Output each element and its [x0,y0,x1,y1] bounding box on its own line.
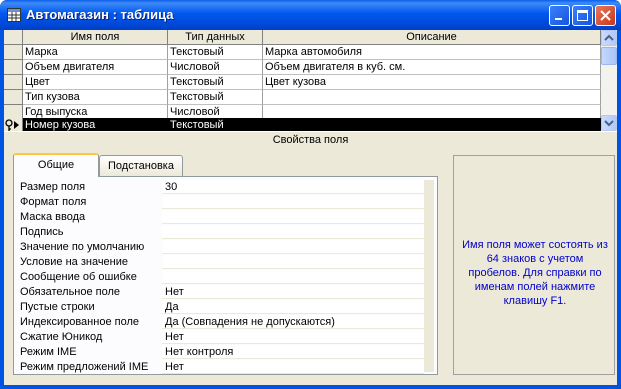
tab-general[interactable]: Общие [13,153,99,177]
maximize-button[interactable] [572,5,593,26]
header-description[interactable]: Описание [263,30,601,45]
table-row[interactable]: Тип кузова Текстовый [4,90,601,105]
description-cell[interactable]: Марка автомобиля [263,45,601,60]
chevron-down-icon [604,120,614,127]
property-value[interactable]: Нет [162,285,424,299]
property-row[interactable]: Условие на значение [18,255,424,270]
description-cell[interactable]: Объем двигателя в куб. см. [263,60,601,75]
property-row[interactable]: Обязательное поле Нет [18,285,424,300]
row-selector[interactable] [4,60,23,75]
property-label: Условие на значение [20,256,129,268]
data-type-cell[interactable]: Текстовый [168,90,263,105]
property-row[interactable]: Индексированное поле Да (Совпадения не до… [18,315,424,330]
property-value[interactable]: Нет контроля [162,345,424,359]
field-name-cell[interactable]: Объем двигателя [23,60,168,75]
property-value[interactable] [162,195,424,209]
property-row[interactable]: Режим предложений IME Нет [18,360,424,375]
property-label: Пустые строки [20,301,95,313]
property-value[interactable] [162,225,424,239]
scroll-thumb[interactable] [601,47,617,65]
row-selector[interactable] [4,75,23,90]
scroll-down-button[interactable] [601,115,617,131]
properties-title: Свойства поля [272,134,349,146]
help-panel: Имя поля может состоять из 64 знаков с у… [453,155,615,375]
table-icon [7,8,21,22]
property-row[interactable]: Пустые строки Да [18,300,424,315]
property-label: Индексированное поле [20,316,139,328]
properties-scroll-area[interactable] [424,180,434,372]
grid-corner[interactable] [4,30,23,45]
table-row[interactable]: Объем двигателя Числовой Объем двигателя… [4,60,601,75]
property-row[interactable]: Подпись [18,225,424,240]
property-row[interactable]: Размер поля 30 [18,180,424,195]
window-client-area: Имя поля Тип данных Описание Марка Текст… [4,30,617,385]
property-value[interactable] [162,210,424,224]
property-label: Режим предложений IME [20,361,149,373]
row-selector[interactable] [4,90,23,105]
field-name-cell[interactable]: Тип кузова [23,90,168,105]
property-value[interactable]: Нет [162,360,424,374]
help-text: Имя поля может состоять из 64 знаков с у… [462,239,608,307]
property-row[interactable]: Значение по умолчанию [18,240,424,255]
property-row[interactable]: Формат поля [18,195,424,210]
property-row[interactable]: Сжатие Юникод Нет [18,330,424,345]
property-label: Обязательное поле [20,286,121,298]
property-label: Сжатие Юникод [20,331,103,343]
properties-tabs: Общие Подстановка Размер поля 30 Формат п… [13,153,450,377]
key-icon [5,119,13,131]
close-icon [600,10,611,21]
window-title: Автомагазин : таблица [26,7,174,22]
description-cell[interactable]: Цвет кузова [263,75,601,90]
tab-lookup[interactable]: Подстановка [99,155,183,176]
title-bar[interactable]: Автомагазин : таблица [0,0,621,30]
data-type-cell[interactable]: Текстовый [168,45,263,60]
property-label: Режим IME [20,346,77,358]
field-grid[interactable]: Имя поля Тип данных Описание Марка Текст… [4,30,601,133]
app-window: Автомагазин : таблица Имя поля Тип данны… [0,0,621,389]
property-value[interactable] [162,270,424,284]
property-label: Значение по умолчанию [20,241,145,253]
field-name-cell[interactable]: Марка [23,45,168,60]
property-value[interactable] [162,240,424,254]
property-value[interactable]: Да (Совпадения не допускаются) [162,315,424,329]
row-selector[interactable] [4,45,23,60]
property-value[interactable]: Да [162,300,424,314]
property-row[interactable]: Маска ввода [18,210,424,225]
property-label: Сообщение об ошибке [20,271,137,283]
maximize-icon [577,10,588,21]
data-type-cell[interactable]: Текстовый [168,75,263,90]
row-pointer-icon [14,121,19,129]
field-name-cell[interactable]: Цвет [23,75,168,90]
chevron-up-icon [604,34,614,41]
property-row[interactable]: Сообщение об ошибке [18,270,424,285]
table-row[interactable]: Марка Текстовый Марка автомобиля [4,45,601,60]
property-label: Формат поля [20,196,87,208]
property-label: Маска ввода [20,211,86,223]
scroll-up-button[interactable] [601,30,617,46]
property-value[interactable] [162,255,424,269]
description-cell[interactable] [263,90,601,105]
minimize-icon [555,18,562,20]
close-button[interactable] [595,5,616,26]
header-field-name[interactable]: Имя поля [23,30,168,45]
general-tab-panel: Размер поля 30 Формат поля Маска ввода По… [13,176,438,375]
property-row[interactable]: Режим IME Нет контроля [18,345,424,360]
property-value[interactable]: 30 [162,180,424,194]
property-label: Подпись [20,226,64,238]
table-row[interactable]: Цвет Текстовый Цвет кузова [4,75,601,90]
grid-vertical-scrollbar[interactable] [601,30,617,131]
header-data-type[interactable]: Тип данных [168,30,263,45]
property-label: Размер поля [20,181,86,193]
property-value[interactable]: Нет [162,330,424,344]
minimize-button[interactable] [549,5,570,26]
data-type-cell[interactable]: Числовой [168,60,263,75]
